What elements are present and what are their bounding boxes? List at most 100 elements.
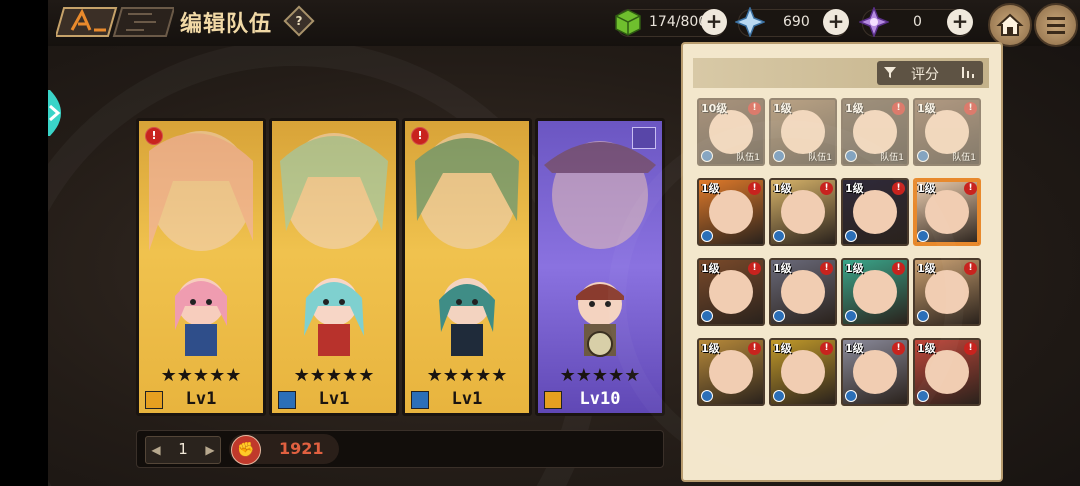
roster-hero-tile[interactable]: 1级! <box>697 338 765 406</box>
crown-icon <box>632 127 656 149</box>
roster-hero-tile[interactable]: 1级! <box>913 178 981 246</box>
team-card-2[interactable]: ★★★★★ Lv1 <box>269 118 399 416</box>
roster-hero-tile[interactable]: 1级! <box>913 338 981 406</box>
roster-hero-tile[interactable]: 1级! <box>697 178 765 246</box>
next-team-button[interactable]: ▶ <box>203 441 217 459</box>
class-icon <box>845 390 857 402</box>
hero-face-icon <box>853 270 897 314</box>
hero-level-label: 1级 <box>917 262 936 275</box>
hero-level-label: 1级 <box>773 342 792 355</box>
hero-level-label: 1级 <box>845 262 864 275</box>
game-area: 编辑队伍 ? 174/800 + 690 + 0 + ! ★★★★★ Lv1 ★… <box>48 0 1080 486</box>
top-bar: 编辑队伍 ? 174/800 + 690 + 0 + <box>48 0 1080 47</box>
chibi-sprite <box>175 278 227 356</box>
level-bar: Lv1 <box>139 387 263 413</box>
roster-hero-tile[interactable]: 1级! <box>841 258 909 326</box>
hero-level-label: 1级 <box>917 182 936 195</box>
warning-badge: ! <box>892 342 905 355</box>
warning-badge: ! <box>892 262 905 275</box>
hero-face-icon <box>709 110 753 154</box>
level-bar: Lv1 <box>272 387 396 413</box>
game-screen: { "header": {"title": "编辑队伍", "help": "?… <box>0 0 1080 486</box>
class-icon <box>917 150 929 162</box>
hero-level-label: 1级 <box>845 342 864 355</box>
roster-hero-tile[interactable]: 1级! <box>769 178 837 246</box>
premium-add-button[interactable]: + <box>947 9 973 35</box>
purple-gem-icon <box>859 7 889 37</box>
level-label: Lv1 <box>451 389 483 409</box>
roster-hero-tile[interactable]: 1级! <box>913 258 981 326</box>
hero-face-icon <box>925 350 969 394</box>
hero-face-icon <box>781 270 825 314</box>
home-button[interactable] <box>988 3 1032 47</box>
crystal-counter: 690 + <box>735 7 849 37</box>
level-bar: Lv1 <box>405 387 529 413</box>
sort-button[interactable]: 评分 <box>877 61 983 85</box>
warning-badge: ! <box>820 262 833 275</box>
team-card-3[interactable]: ! ★★★★★ Lv1 <box>402 118 532 416</box>
class-icon <box>773 390 785 402</box>
hero-face-icon <box>709 270 753 314</box>
green-cube-icon <box>615 9 641 36</box>
roster-hero-tile[interactable]: 1级! <box>769 338 837 406</box>
class-icon <box>845 310 857 322</box>
team-number: 1 <box>178 440 188 458</box>
warning-badge: ! <box>892 182 905 195</box>
roster-hero-tile[interactable]: 1级! <box>841 338 909 406</box>
warning-badge: ! <box>892 102 905 115</box>
warning-badge: ! <box>964 102 977 115</box>
hero-face-icon <box>709 350 753 394</box>
hero-face-icon <box>781 350 825 394</box>
prev-team-button[interactable]: ◀ <box>149 441 163 459</box>
crystal-add-button[interactable]: + <box>823 9 849 35</box>
level-label: Lv1 <box>318 389 350 409</box>
menu-button[interactable] <box>1034 3 1078 47</box>
star-rating: ★★★★★ <box>559 365 641 386</box>
star-rating: ★★★★★ <box>293 365 375 386</box>
roster-hero-tile[interactable]: 1级! 队伍1 <box>913 98 981 166</box>
chibi-sprite <box>439 278 495 356</box>
hero-face-icon <box>925 270 969 314</box>
warning-badge: ! <box>748 262 761 275</box>
roster-hero-tile[interactable]: 1级! 队伍1 <box>841 98 909 166</box>
team-card-1[interactable]: ! ★★★★★ Lv1 <box>136 118 266 416</box>
crystal-star-icon <box>735 7 765 37</box>
star-rating: ★★★★★ <box>160 365 242 386</box>
team-bottom-bar: ◀ 1 ▶ ✊ 1921 <box>136 430 664 468</box>
class-icon <box>701 390 713 402</box>
class-icon <box>701 230 713 242</box>
hero-face-icon <box>781 110 825 154</box>
menu-icon <box>1047 17 1065 34</box>
warning-badge: ! <box>964 262 977 275</box>
hero-level-label: 10级 <box>701 102 728 115</box>
team-tag: 队伍1 <box>808 153 832 163</box>
back-button[interactable] <box>56 4 174 40</box>
hero-level-label: 1级 <box>701 182 720 195</box>
warning-badge: ! <box>145 127 163 145</box>
hero-level-label: 1级 <box>773 182 792 195</box>
roster-hero-tile[interactable]: 1级队伍1 <box>769 98 837 166</box>
hero-face-icon <box>853 350 897 394</box>
team-tag: 队伍1 <box>880 153 904 163</box>
help-button[interactable]: ? <box>283 5 315 37</box>
roster-hero-tile[interactable]: 1级! <box>841 178 909 246</box>
class-icon <box>773 150 785 162</box>
fist-icon: ✊ <box>231 435 261 465</box>
team-pager: ◀ 1 ▶ <box>145 436 221 464</box>
roster-hero-tile[interactable]: 1级! <box>697 258 765 326</box>
warning-badge: ! <box>964 342 977 355</box>
team-card-4[interactable]: ★★★★★ Lv10 <box>535 118 665 416</box>
team-tag: 队伍1 <box>736 153 760 163</box>
expand-arrow-button[interactable] <box>48 90 72 136</box>
hero-level-label: 1级 <box>701 342 720 355</box>
roster-hero-tile[interactable]: 1级! <box>769 258 837 326</box>
page-title: 编辑队伍 <box>180 12 273 37</box>
warning-badge: ! <box>748 182 761 195</box>
hero-level-label: 1级 <box>773 102 792 115</box>
warning-badge: ! <box>748 342 761 355</box>
class-icon <box>917 310 929 322</box>
home-icon <box>996 13 1024 36</box>
roster-hero-tile[interactable]: 10级! 队伍1 <box>697 98 765 166</box>
premium-value: 0 <box>913 14 922 30</box>
stamina-add-button[interactable]: + <box>701 9 727 35</box>
